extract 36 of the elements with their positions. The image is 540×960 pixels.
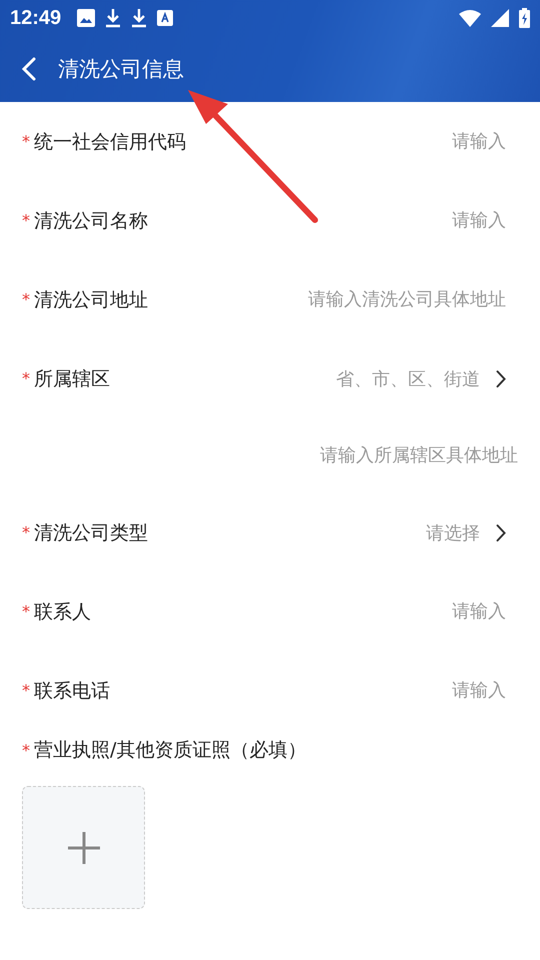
battery-icon bbox=[519, 8, 530, 28]
field-label: 清洗公司名称 bbox=[34, 208, 148, 234]
field-label: 所属辖区 bbox=[34, 366, 110, 392]
keyboard-icon bbox=[157, 10, 174, 26]
chevron-right-icon bbox=[496, 524, 506, 542]
wifi-icon bbox=[459, 10, 481, 26]
field-label: 清洗公司地址 bbox=[34, 288, 148, 312]
input-field[interactable]: 请输入 bbox=[91, 601, 518, 622]
input-field[interactable]: 请输入 bbox=[110, 680, 518, 701]
download-icon bbox=[105, 8, 122, 28]
required-mark: * bbox=[22, 602, 30, 621]
chevron-right-icon bbox=[496, 370, 506, 388]
plus-icon bbox=[66, 830, 100, 864]
required-mark: * bbox=[22, 290, 30, 309]
required-mark: * bbox=[22, 523, 30, 542]
select-field[interactable]: 请选择 bbox=[148, 520, 518, 544]
required-mark: * bbox=[22, 740, 30, 760]
image-icon bbox=[77, 9, 96, 27]
field-label: 联系人 bbox=[34, 600, 91, 624]
back-button[interactable] bbox=[22, 57, 36, 81]
field-label: 统一社会信用代码 bbox=[34, 130, 186, 154]
required-mark: * bbox=[22, 211, 30, 230]
input-field[interactable]: 请输入 bbox=[148, 210, 518, 231]
field-label: 联系电话 bbox=[34, 678, 110, 704]
select-field[interactable]: 省、市、区、街道 bbox=[110, 366, 518, 390]
upload-label: 营业执照/其他资质证照（必填） bbox=[34, 738, 306, 763]
signal-icon bbox=[491, 9, 509, 27]
input-field[interactable]: 请输入 bbox=[186, 131, 518, 152]
required-mark: * bbox=[22, 132, 30, 151]
field-label: 清洗公司类型 bbox=[34, 520, 148, 546]
input-field[interactable]: 请输入清洗公司具体地址 bbox=[148, 289, 518, 310]
download-icon bbox=[131, 8, 148, 28]
status-time: 12:49 bbox=[10, 6, 62, 30]
page-title: 清洗公司信息 bbox=[58, 56, 184, 83]
required-mark: * bbox=[22, 681, 30, 700]
required-mark: * bbox=[22, 369, 30, 388]
